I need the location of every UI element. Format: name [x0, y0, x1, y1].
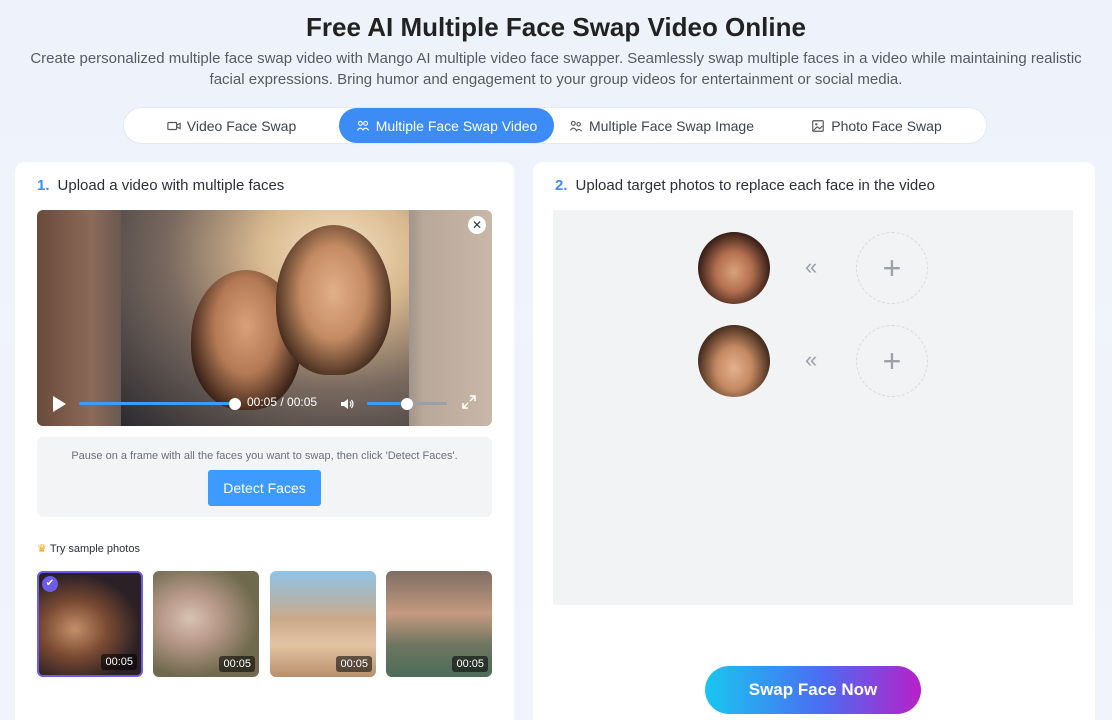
detect-hint: Pause on a frame with all the faces you …: [71, 450, 458, 462]
fullscreen-icon[interactable]: [461, 394, 477, 410]
detect-faces-button[interactable]: Detect Faces: [208, 470, 321, 506]
sample-thumbnail[interactable]: 00:05: [270, 571, 376, 677]
sample-label-text: Try sample photos: [49, 543, 140, 555]
step-number: 2.: [555, 177, 568, 194]
step-2-title: 2. Upload target photos to replace each f…: [555, 177, 935, 194]
step-1-title: 1. Upload a video with multiple faces: [37, 177, 284, 194]
add-target-photo-button[interactable]: +: [856, 232, 928, 304]
swap-face-now-button[interactable]: Swap Face Now: [705, 666, 921, 714]
remove-video-close-icon[interactable]: ✕: [468, 216, 486, 234]
target-photos-panel: 2. Upload target photos to replace each f…: [533, 162, 1095, 720]
tab-label: Multiple Face Swap Image: [589, 117, 754, 134]
image-icon: [812, 119, 825, 132]
video-person-man: [276, 225, 391, 375]
sample-duration: 00:05: [219, 656, 255, 672]
seek-bar[interactable]: [79, 397, 241, 410]
double-arrow-left-icon: «: [805, 254, 818, 279]
face-mapping-area: « + « +: [553, 210, 1073, 605]
sample-thumbnail[interactable]: 00:05: [153, 571, 259, 677]
tab-label: Multiple Face Swap Video: [375, 117, 538, 134]
step-label: Upload target photos to replace each fac…: [575, 177, 935, 194]
detected-face: [698, 232, 770, 304]
volume-icon[interactable]: [339, 396, 355, 412]
sample-photos-label: ♛ Try sample photos: [37, 542, 140, 555]
play-icon[interactable]: [53, 396, 66, 412]
checkmark-icon: ✔: [42, 576, 58, 592]
video-controls: 00:05 / 00:05: [37, 380, 492, 426]
tab-photo-face-swap[interactable]: Photo Face Swap: [769, 108, 984, 143]
sample-duration: 00:05: [336, 656, 372, 672]
crown-icon: ♛: [37, 543, 47, 555]
sample-thumbnail[interactable]: ✔ 00:05: [37, 571, 143, 677]
tab-label: Photo Face Swap: [831, 117, 942, 134]
sample-duration: 00:05: [101, 654, 137, 670]
sample-thumbnail[interactable]: 00:05: [386, 571, 492, 677]
video-player[interactable]: ✕ 00:05 / 00:05: [37, 210, 492, 426]
mode-tabs: Video Face Swap Multiple Face Swap Video…: [123, 107, 987, 144]
tab-multiple-face-swap-video[interactable]: Multiple Face Swap Video: [339, 108, 554, 143]
time-display: 00:05 / 00:05: [247, 395, 318, 409]
group-faces-icon: [356, 120, 369, 131]
page-subtitle: Create personalized multiple face swap v…: [30, 50, 1082, 88]
step-number: 1.: [37, 177, 50, 194]
seek-knob[interactable]: [229, 397, 241, 410]
group-image-icon: [569, 120, 583, 132]
add-target-photo-button[interactable]: +: [856, 325, 928, 397]
tab-label: Video Face Swap: [186, 117, 297, 134]
upload-video-panel: 1. Upload a video with multiple faces ✕ 0…: [15, 162, 514, 720]
volume-knob[interactable]: [401, 397, 413, 410]
video-camera-icon: [167, 121, 181, 130]
double-arrow-left-icon: «: [805, 347, 818, 372]
volume-slider[interactable]: [367, 397, 447, 410]
detect-faces-box: Pause on a frame with all the faces you …: [37, 437, 492, 517]
page-title: Free AI Multiple Face Swap Video Online: [306, 12, 806, 42]
tab-multiple-face-swap-image[interactable]: Multiple Face Swap Image: [554, 108, 769, 143]
step-label: Upload a video with multiple faces: [57, 177, 285, 194]
sample-duration: 00:05: [452, 656, 488, 672]
tab-video-face-swap[interactable]: Video Face Swap: [124, 108, 339, 143]
detected-face: [698, 325, 770, 397]
